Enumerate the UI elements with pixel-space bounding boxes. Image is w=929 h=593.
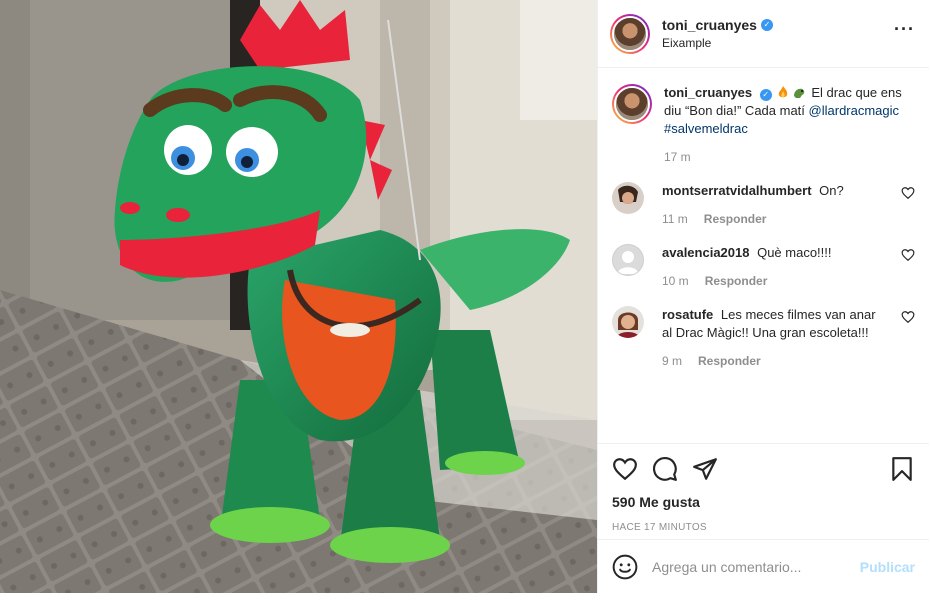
comment-username[interactable]: montserratvidalhumbert [662, 183, 815, 198]
share-paper-plane-icon[interactable] [692, 456, 718, 482]
reply-button[interactable]: Responder [698, 354, 761, 368]
verified-badge-icon: ✓ [759, 89, 772, 101]
author-avatar[interactable] [610, 13, 650, 54]
comment-text: Què maco!!!! [757, 245, 832, 260]
verified-badge-icon: ✓ [760, 19, 773, 31]
caption-mention-link[interactable]: @llardracmagic [809, 103, 900, 118]
like-heart-icon[interactable] [612, 456, 638, 482]
caption-time[interactable]: 17 m [664, 150, 691, 164]
commenter-avatar-default[interactable] [612, 244, 644, 276]
caption-text: toni_cruanyes ✓ El drac que ens diu “Bon… [664, 84, 915, 138]
post-header: toni_cruanyes ✓ Eixample ··· [598, 0, 929, 68]
like-comment-heart-icon[interactable] [901, 186, 915, 200]
post-timestamp[interactable]: HACE 17 MINUTOS [612, 522, 915, 533]
more-options-icon[interactable]: ··· [894, 20, 915, 38]
comment-username[interactable]: avalencia2018 [662, 245, 753, 260]
like-comment-heart-icon[interactable] [901, 310, 915, 324]
comment-input[interactable] [652, 558, 860, 575]
comment-time[interactable]: 10 m [662, 274, 689, 288]
instagram-post: toni_cruanyes ✓ Eixample ··· toni_cruany… [0, 0, 929, 593]
comment-item: avalencia2018 Què maco!!!! 10 m Responder [612, 244, 915, 288]
reply-button[interactable]: Responder [704, 212, 767, 226]
post-location[interactable]: Eixample [662, 36, 773, 50]
reply-button[interactable]: Responder [705, 274, 768, 288]
comments-list[interactable]: toni_cruanyes ✓ El drac que ens diu “Bon… [598, 68, 929, 443]
likes-count[interactable]: 590 Me gusta [612, 494, 915, 510]
dragon-emoji-icon [793, 88, 805, 98]
post-actions: 590 Me gusta HACE 17 MINUTOS Publicar [598, 443, 929, 593]
comment-item: montserratvidalhumbert On? 11 m Responder [612, 182, 915, 226]
post-side-panel: toni_cruanyes ✓ Eixample ··· toni_cruany… [597, 0, 929, 593]
caption-username[interactable]: toni_cruanyes [664, 85, 756, 100]
commenter-avatar[interactable] [612, 182, 644, 214]
comment-time[interactable]: 11 m [662, 212, 688, 226]
add-comment-bar: Publicar [598, 539, 929, 593]
fire-emoji-icon [778, 86, 787, 98]
comment-bubble-icon[interactable] [652, 456, 678, 482]
list-fade [598, 433, 929, 443]
emoji-picker-icon[interactable] [612, 554, 638, 580]
comment-username[interactable]: rosatufe [662, 307, 717, 322]
comment-text: On? [819, 183, 844, 198]
caption-hashtag-link[interactable]: #salvemeldrac [664, 121, 748, 136]
post-caption: toni_cruanyes ✓ El drac que ens diu “Bon… [612, 84, 915, 164]
author-info: toni_cruanyes ✓ Eixample [662, 17, 773, 50]
publish-button[interactable]: Publicar [860, 559, 915, 575]
post-photo[interactable] [0, 0, 597, 593]
dragon-photo-image [0, 0, 597, 593]
comment-item: rosatufe Les meces filmes van anar al Dr… [612, 306, 915, 368]
save-bookmark-icon[interactable] [889, 456, 915, 482]
comment-time[interactable]: 9 m [662, 354, 682, 368]
like-comment-heart-icon[interactable] [901, 248, 915, 262]
commenter-avatar[interactable] [612, 306, 644, 338]
author-username[interactable]: toni_cruanyes [662, 17, 757, 33]
caption-avatar[interactable] [612, 84, 652, 124]
